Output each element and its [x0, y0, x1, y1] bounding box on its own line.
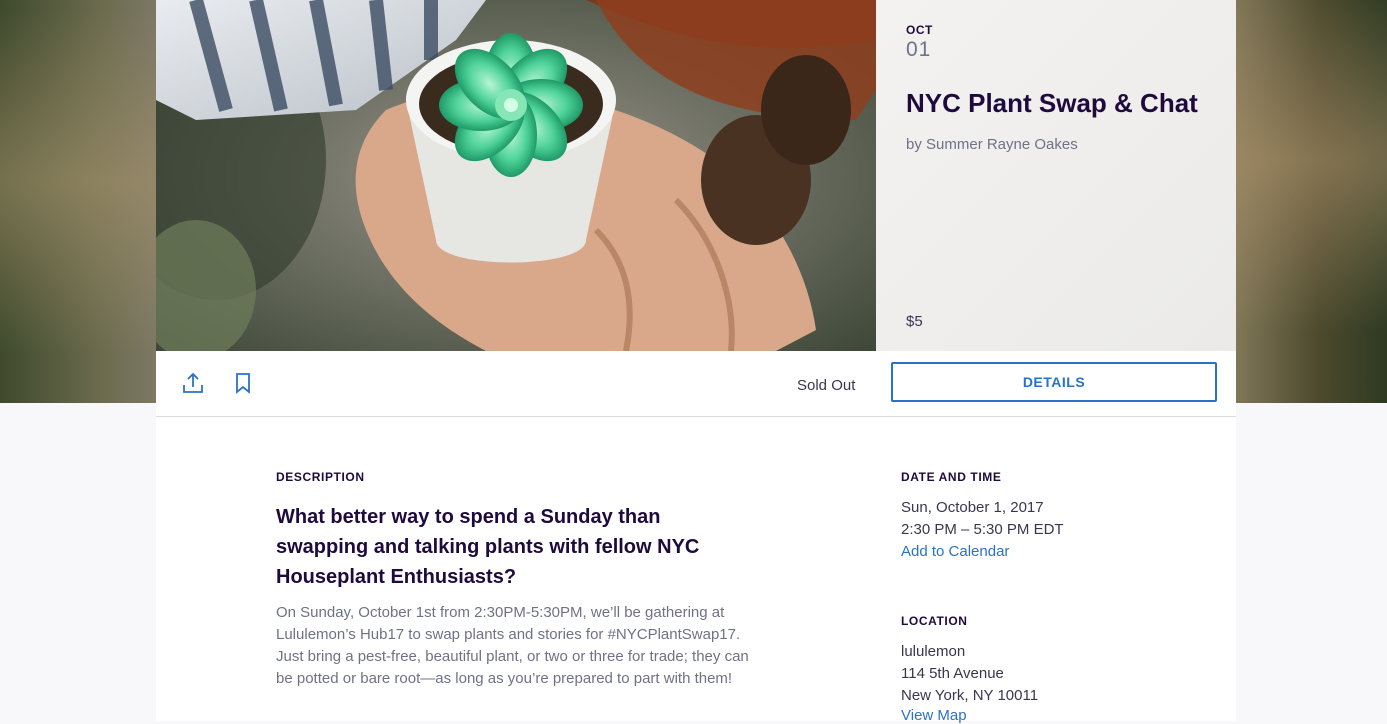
- share-icon: [183, 372, 203, 393]
- succulent-photo: [156, 0, 876, 351]
- ticket-status: Sold Out: [797, 377, 856, 394]
- event-image: [156, 0, 876, 351]
- description-label: DESCRIPTION: [276, 470, 365, 484]
- event-date: Sun, October 1, 2017: [901, 499, 1044, 516]
- details-button[interactable]: DETAILS: [891, 362, 1217, 402]
- date-time-label: DATE AND TIME: [901, 470, 1002, 484]
- event-summary-panel: OCT 01 NYC Plant Swap & Chat by Summer R…: [876, 0, 1236, 351]
- event-day: 01: [906, 38, 932, 61]
- location-street: 114 5th Avenue: [901, 665, 1004, 682]
- add-to-calendar-link[interactable]: Add to Calendar: [901, 543, 1009, 560]
- action-bar: Sold Out DETAILS: [156, 351, 1236, 417]
- view-map-link[interactable]: View Map: [901, 707, 967, 724]
- bookmark-button[interactable]: [231, 371, 255, 395]
- share-button[interactable]: [181, 371, 205, 395]
- event-time: 2:30 PM – 5:30 PM EDT: [901, 521, 1064, 538]
- event-title: NYC Plant Swap & Chat: [906, 88, 1198, 118]
- location-city: New York, NY 10011: [901, 687, 1039, 704]
- event-organizer: by Summer Rayne Oakes: [906, 136, 1078, 153]
- location-name: lululemon: [901, 643, 966, 660]
- location-label: LOCATION: [901, 614, 968, 628]
- event-price: $5: [906, 313, 923, 330]
- event-card: OCT 01 NYC Plant Swap & Chat by Summer R…: [156, 0, 1236, 724]
- event-month: OCT: [906, 23, 933, 37]
- bookmark-icon: [236, 373, 250, 394]
- description-body: On Sunday, October 1st from 2:30PM-5:30P…: [276, 604, 749, 687]
- description-heading: What better way to spend a Sunday than s…: [276, 506, 700, 588]
